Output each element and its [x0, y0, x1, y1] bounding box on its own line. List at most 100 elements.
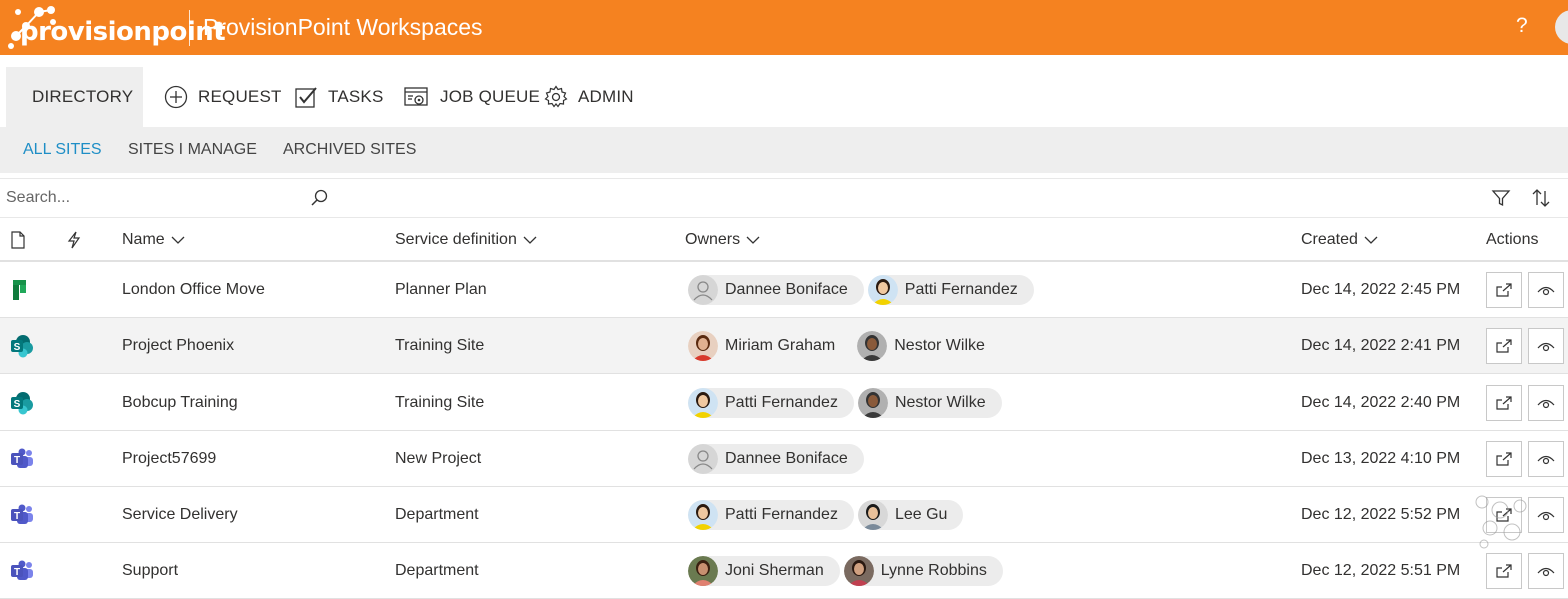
tab-sites-i-manage[interactable]: SITES I MANAGE [128, 141, 257, 159]
search-input[interactable] [0, 180, 300, 216]
table-row[interactable]: S Bobcup Training Training Site Patti Ferna… [0, 375, 1568, 431]
owner-name: Lee Gu [894, 506, 948, 523]
owners-list: Dannee Boniface [688, 444, 868, 474]
site-type-icon [10, 278, 34, 302]
created-date: Dec 13, 2022 4:10 PM [1301, 450, 1461, 467]
svg-text:T: T [14, 455, 20, 466]
open-site-button[interactable] [1486, 272, 1522, 308]
owner-chip[interactable]: Dannee Boniface [688, 275, 864, 305]
open-site-button[interactable] [1486, 441, 1522, 477]
owner-avatar [857, 331, 888, 361]
owner-avatar [688, 331, 718, 361]
column-created[interactable]: Created [1301, 231, 1378, 249]
header-divider [189, 10, 190, 46]
chevron-down-icon [523, 236, 537, 244]
owner-chip[interactable]: Joni Sherman [688, 556, 840, 586]
column-service[interactable]: Service definition [395, 231, 537, 249]
nav-tasks[interactable]: TASKS [278, 67, 399, 127]
nav-directory[interactable]: DIRECTORY [6, 67, 143, 127]
owner-avatar [688, 500, 718, 530]
table-row[interactable]: S Project Phoenix Training Site Miriam Grah… [0, 318, 1568, 374]
owner-chip[interactable]: Miriam Graham [688, 331, 851, 361]
open-external-icon [1496, 396, 1512, 410]
view-details-button[interactable] [1528, 272, 1564, 308]
owner-avatar [688, 388, 718, 418]
created-date: Dec 12, 2022 5:51 PM [1301, 562, 1461, 579]
open-external-icon [1496, 339, 1512, 353]
nav-request[interactable]: REQUEST [148, 67, 298, 127]
created-date: Dec 14, 2022 2:40 PM [1301, 394, 1461, 411]
user-avatar[interactable] [1555, 10, 1568, 44]
owner-chip[interactable]: Nestor Wilke [857, 331, 1001, 361]
owner-avatar [843, 556, 874, 586]
owner-name: Patti Fernandez [904, 281, 1018, 298]
site-type-icon: T [10, 559, 34, 583]
table-row[interactable]: London Office Move Planner Plan Dannee Bon… [0, 262, 1568, 318]
column-name-label: Name [122, 231, 165, 248]
table-row[interactable]: T Service Delivery Department Patti Fernand… [0, 487, 1568, 543]
owner-name: Miriam Graham [725, 337, 836, 354]
eye-icon [1537, 455, 1555, 465]
watermark-bubbles-icon [1475, 495, 1527, 549]
teams-icon: T [11, 560, 33, 580]
column-name[interactable]: Name [122, 231, 185, 249]
site-name[interactable]: Bobcup Training [122, 394, 238, 412]
sort-icon[interactable] [1531, 188, 1551, 208]
owner-name: Nestor Wilke [894, 394, 986, 411]
nav-request-label: REQUEST [198, 87, 282, 106]
plus-circle-icon [164, 85, 188, 109]
open-site-button[interactable] [1486, 328, 1522, 364]
column-owners[interactable]: Owners [685, 231, 760, 249]
teams-icon: T [11, 504, 33, 524]
site-name[interactable]: Service Delivery [122, 506, 238, 524]
tab-all-sites[interactable]: ALL SITES [23, 141, 102, 159]
owner-chip[interactable]: Patti Fernandez [867, 275, 1034, 305]
logo-text: provisionpoint [20, 17, 226, 47]
search-icon[interactable] [310, 188, 330, 208]
owners-list: Dannee Boniface Patti Fernandez [688, 275, 1038, 305]
owner-name: Nestor Wilke [894, 337, 985, 354]
site-name[interactable]: London Office Move [122, 281, 265, 299]
owner-chip[interactable]: Patti Fernandez [688, 500, 854, 530]
site-name[interactable]: Project Phoenix [122, 337, 234, 355]
service-definition: Training Site [395, 394, 485, 411]
sharepoint-icon: S [11, 392, 33, 415]
view-details-button[interactable] [1528, 328, 1564, 364]
owner-chip[interactable]: Lynne Robbins [843, 556, 1003, 586]
owner-name: Dannee Boniface [725, 450, 848, 467]
provisionpoint-logo[interactable]: provisionpoint [6, 4, 226, 52]
owner-name: Joni Sherman [725, 562, 824, 579]
site-name[interactable]: Support [122, 562, 178, 580]
service-definition: Department [395, 562, 479, 579]
owners-list: Patti Fernandez Nestor Wilke [688, 388, 1006, 418]
document-icon [11, 231, 25, 249]
site-name[interactable]: Project57699 [122, 450, 216, 468]
site-type-icon: T [10, 503, 34, 527]
open-site-button[interactable] [1486, 553, 1522, 589]
owner-avatar [688, 556, 718, 586]
app-title: ProvisionPoint Workspaces [203, 14, 483, 40]
owner-chip[interactable]: Lee Gu [857, 500, 964, 530]
view-details-button[interactable] [1528, 441, 1564, 477]
site-type-icon: S [10, 391, 34, 415]
view-details-button[interactable] [1528, 385, 1564, 421]
owner-chip[interactable]: Patti Fernandez [688, 388, 854, 418]
help-button[interactable]: ? [1516, 14, 1528, 38]
owners-list: Patti Fernandez Lee Gu [688, 500, 967, 530]
top-bar: provisionpoint ProvisionPoint Workspaces… [0, 0, 1568, 55]
service-definition: Training Site [395, 337, 485, 354]
job-queue-icon [404, 87, 428, 106]
open-external-icon [1496, 452, 1512, 466]
owner-chip[interactable]: Dannee Boniface [688, 444, 864, 474]
owner-chip[interactable]: Nestor Wilke [857, 388, 1002, 418]
filter-icon[interactable] [1491, 188, 1511, 208]
created-date: Dec 14, 2022 2:45 PM [1301, 281, 1461, 298]
column-owners-label: Owners [685, 231, 741, 248]
table-row[interactable]: T Support Department Joni Sherman Lynne Robb… [0, 543, 1568, 599]
view-details-button[interactable] [1528, 553, 1564, 589]
open-site-button[interactable] [1486, 385, 1522, 421]
table-row[interactable]: T Project57699 New Project Dannee Boniface D… [0, 431, 1568, 487]
nav-admin[interactable]: ADMIN [528, 67, 650, 127]
tab-archived-sites[interactable]: ARCHIVED SITES [283, 141, 416, 159]
lightning-icon [67, 231, 81, 249]
